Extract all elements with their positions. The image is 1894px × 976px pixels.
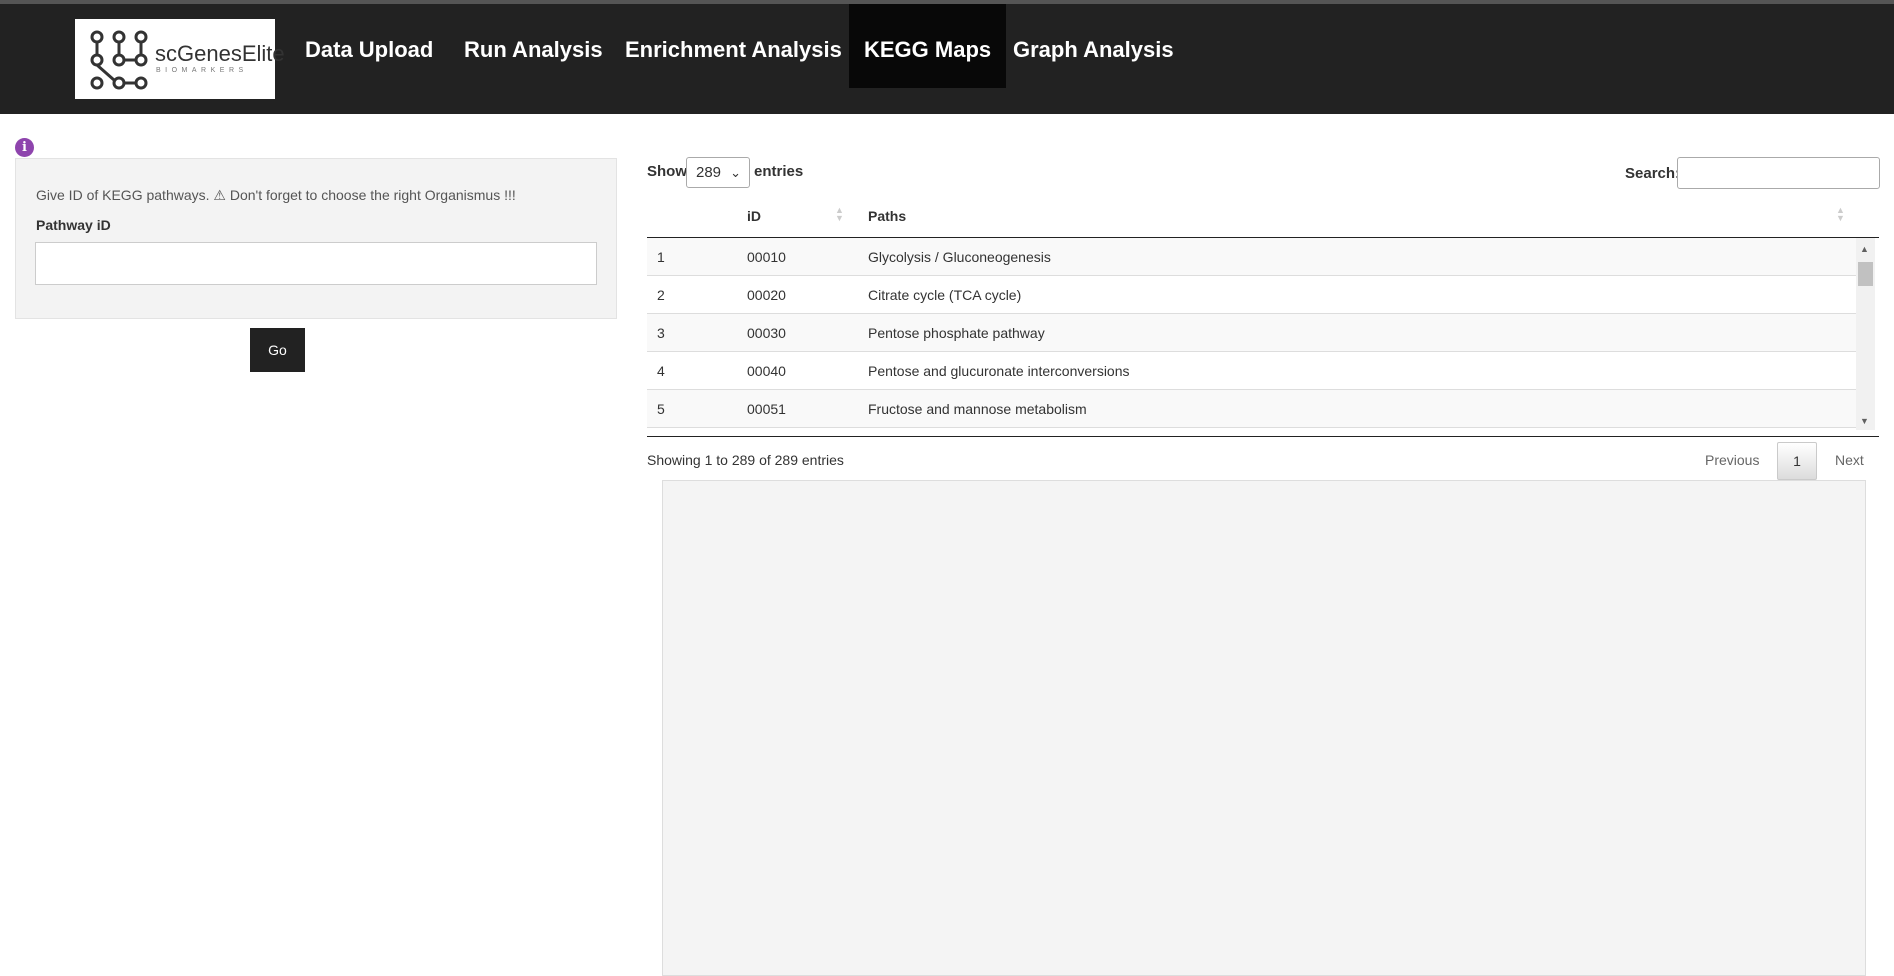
pagination-page-1[interactable]: 1 (1777, 442, 1817, 480)
table-row[interactable]: 1 00010 Glycolysis / Gluconeogenesis (647, 238, 1856, 276)
network-logo-icon (90, 30, 148, 90)
go-button[interactable]: Go (250, 328, 305, 372)
pagination-previous[interactable]: Previous (1705, 452, 1759, 468)
pathway-id: 00051 (747, 401, 786, 417)
table-scrollbar[interactable]: ▲ ▼ (1856, 238, 1875, 430)
pathway-name: Fructose and mannose metabolism (868, 401, 1087, 417)
pagination-next[interactable]: Next (1835, 452, 1864, 468)
chevron-down-icon: ⌄ (730, 165, 741, 180)
row-number: 5 (657, 401, 665, 417)
page-length-value: 289 (696, 164, 722, 181)
pathway-id: 00010 (747, 249, 786, 265)
brand-name: scGenesElite (155, 41, 285, 66)
scroll-up-arrow-icon[interactable]: ▲ (1860, 244, 1869, 254)
pathway-id: 00020 (747, 287, 786, 303)
table-row[interactable]: 3 00030 Pentose phosphate pathway (647, 314, 1856, 352)
nav-graph-analysis[interactable]: Graph Analysis (998, 4, 1189, 88)
entries-label: entries (754, 163, 804, 180)
brand-logo[interactable]: scGenesElite BIOMARKERS (75, 19, 285, 99)
nav-run-analysis[interactable]: Run Analysis (449, 4, 618, 88)
search-label: Search: (1625, 165, 1681, 182)
row-number: 3 (657, 325, 665, 341)
sort-icon[interactable]: ▲ ▼ (835, 206, 844, 223)
pathway-name: Glycolysis / Gluconeogenesis (868, 249, 1051, 265)
scrollbar-thumb[interactable] (1858, 262, 1873, 286)
help-text: Give ID of KEGG pathways. ⚠ Don't forget… (36, 187, 516, 203)
scroll-down-arrow-icon[interactable]: ▼ (1860, 416, 1869, 426)
nav-data-upload[interactable]: Data Upload (290, 4, 448, 88)
kegg-map-display (662, 480, 1866, 976)
row-number: 1 (657, 249, 665, 265)
table-footer-divider (647, 436, 1879, 437)
navbar: scGenesElite BIOMARKERS Data Upload Run … (0, 0, 1894, 114)
table-row[interactable]: 4 00040 Pentose and glucuronate intercon… (647, 352, 1856, 390)
search-input[interactable] (1677, 157, 1880, 189)
pathway-input-panel: Give ID of KEGG pathways. ⚠ Don't forget… (15, 158, 617, 319)
column-header-id[interactable]: iD (747, 208, 761, 224)
sort-icon[interactable]: ▲ ▼ (1836, 206, 1845, 223)
row-number: 4 (657, 363, 665, 379)
nav-kegg-maps[interactable]: KEGG Maps (849, 4, 1007, 88)
column-header-paths[interactable]: Paths (868, 208, 906, 224)
nav-enrichment-analysis[interactable]: Enrichment Analysis (610, 4, 857, 88)
pathway-id: 00040 (747, 363, 786, 379)
pathway-id: 00030 (747, 325, 786, 341)
pathway-name: Pentose and glucuronate interconversions (868, 363, 1130, 379)
brand-subtitle: BIOMARKERS (156, 67, 248, 74)
table-row[interactable]: 5 00051 Fructose and mannose metabolism (647, 390, 1856, 428)
table-info: Showing 1 to 289 of 289 entries (647, 452, 844, 468)
info-icon[interactable]: i (15, 138, 34, 157)
pathway-name: Pentose phosphate pathway (868, 325, 1045, 341)
show-label: Show (647, 163, 687, 180)
table-row[interactable]: 2 00020 Citrate cycle (TCA cycle) (647, 276, 1856, 314)
table-header: iD ▲ ▼ Paths ▲ ▼ (647, 198, 1879, 238)
row-number: 2 (657, 287, 665, 303)
pathway-id-label: Pathway iD (36, 217, 111, 233)
table-body: 1 00010 Glycolysis / Gluconeogenesis 2 0… (647, 238, 1856, 430)
pathway-name: Citrate cycle (TCA cycle) (868, 287, 1022, 303)
pathway-id-input[interactable] (35, 242, 597, 285)
page-length-select[interactable]: 289 ⌄ (686, 157, 750, 188)
